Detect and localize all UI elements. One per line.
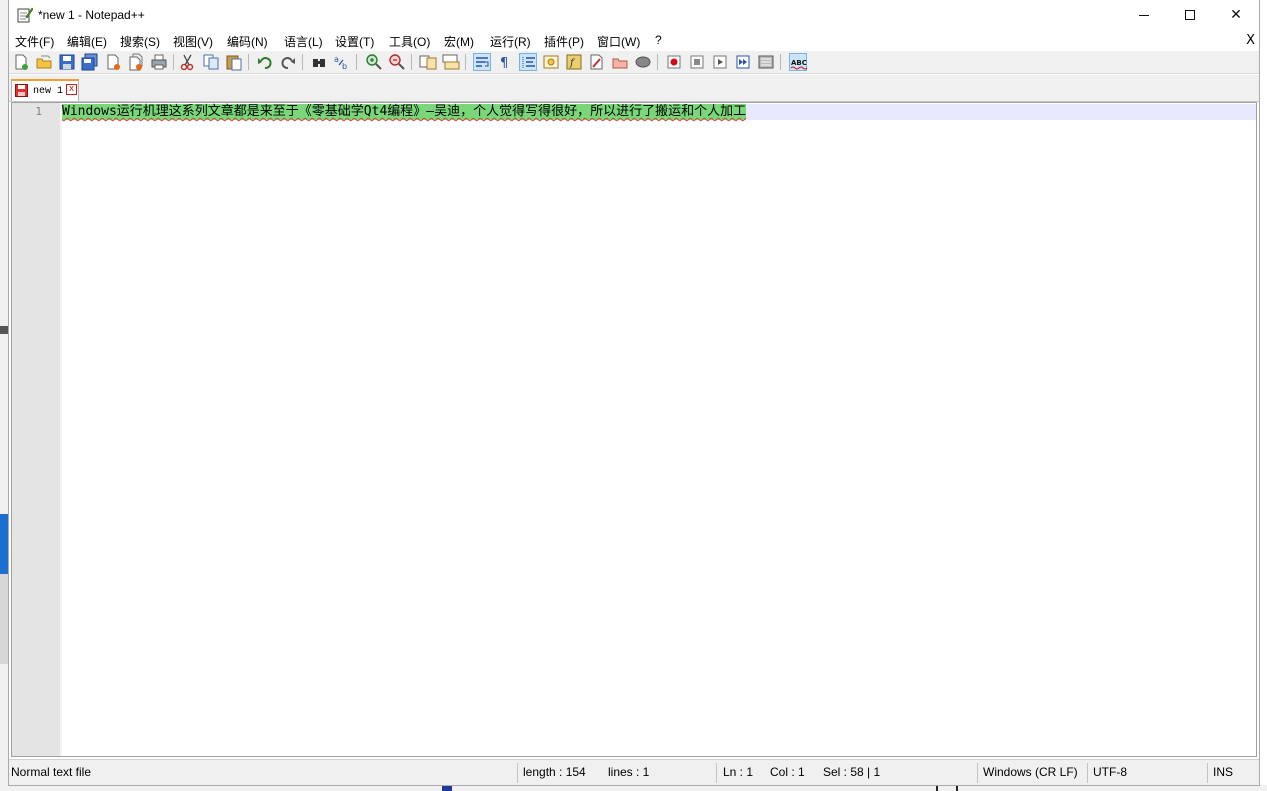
spell-check-icon[interactable]: ABC	[789, 53, 808, 71]
sync-vertical-icon[interactable]	[419, 53, 437, 71]
menu-tools[interactable]: 工具(O)	[389, 33, 430, 50]
status-divider	[1207, 763, 1208, 783]
cut-icon[interactable]	[179, 53, 197, 71]
status-lines: lines : 1	[608, 765, 650, 779]
menu-run[interactable]: 运行(R)	[490, 33, 531, 50]
toolbar: ab ¶ f ABC	[9, 51, 1259, 74]
toolbar-separator	[465, 54, 466, 70]
tab-label: new 1	[33, 86, 64, 97]
menu-file[interactable]: 文件(F)	[15, 33, 54, 50]
status-length: length : 154	[523, 765, 586, 779]
fold-margin	[60, 103, 62, 756]
minimize-button[interactable]	[1121, 0, 1167, 31]
toolbar-separator	[411, 54, 412, 70]
undo-icon[interactable]	[256, 53, 274, 71]
word-wrap-icon[interactable]	[473, 53, 491, 71]
notepadpp-window: *new 1 - Notepad++ ✕ 文件(F) 编辑(E) 搜索(S) 视…	[8, 0, 1260, 786]
status-selection: Sel : 58 | 1	[823, 765, 881, 779]
function-list-icon[interactable]: f	[565, 53, 583, 71]
status-encoding[interactable]: UTF-8	[1093, 765, 1127, 779]
menu-search[interactable]: 搜索(S)	[120, 33, 160, 50]
toolbar-separator	[302, 54, 303, 70]
save-all-icon[interactable]	[81, 53, 99, 71]
menu-settings[interactable]: 设置(T)	[335, 33, 374, 50]
notepadpp-app-icon	[17, 6, 34, 23]
show-all-chars-icon[interactable]: ¶	[496, 53, 514, 71]
maximize-icon	[1185, 10, 1195, 20]
desktop-fragment	[0, 574, 8, 664]
monitoring-icon[interactable]	[634, 53, 652, 71]
copy-icon[interactable]	[202, 53, 220, 71]
menu-encoding[interactable]: 编码(N)	[227, 33, 268, 50]
menu-window[interactable]: 窗口(W)	[597, 33, 640, 50]
toolbar-separator	[356, 54, 357, 70]
maximize-button[interactable]	[1167, 0, 1213, 31]
status-line-number: Ln : 1	[723, 765, 754, 779]
unsaved-file-icon	[15, 84, 28, 97]
minimize-icon	[1139, 14, 1149, 16]
menu-view[interactable]: 视图(V)	[173, 33, 213, 50]
close-document-button[interactable]: X	[1246, 33, 1255, 48]
stop-record-icon[interactable]	[688, 53, 706, 71]
close-icon[interactable]	[104, 53, 122, 71]
desktop-fragment	[0, 326, 8, 334]
status-column: Col : 1	[770, 765, 805, 779]
run-macro-multiple-icon[interactable]	[734, 53, 752, 71]
line-number: 1	[35, 105, 42, 118]
play-macro-icon[interactable]	[711, 53, 729, 71]
line-number-gutter: 1	[12, 103, 60, 756]
menu-help[interactable]: ?	[655, 33, 662, 47]
menu-language[interactable]: 语言(L)	[284, 33, 323, 50]
editor-line-text[interactable]: Windows运行机理这系列文章都是来至于《零基础学Qt4编程》—吴迪，个人觉得…	[62, 104, 747, 120]
record-macro-icon[interactable]	[665, 53, 683, 71]
svg-text:a: a	[334, 55, 339, 64]
doc-map-icon[interactable]	[542, 53, 560, 71]
status-eol[interactable]: Windows (CR LF)	[983, 765, 1078, 779]
window-title: *new 1 - Notepad++	[38, 8, 145, 22]
new-file-icon[interactable]	[12, 53, 30, 71]
sync-horizontal-icon[interactable]	[442, 53, 460, 71]
status-divider	[517, 763, 518, 783]
doc-switcher-icon[interactable]	[611, 53, 629, 71]
close-window-button[interactable]: ✕	[1213, 0, 1259, 31]
desktop-fragment	[0, 514, 8, 574]
indent-guide-icon[interactable]	[519, 53, 537, 71]
toolbar-separator	[248, 54, 249, 70]
status-file-type: Normal text file	[11, 765, 92, 779]
paste-icon[interactable]	[225, 53, 243, 71]
find-icon[interactable]	[310, 53, 328, 71]
print-icon[interactable]	[150, 53, 168, 71]
toolbar-separator	[780, 54, 781, 70]
svg-text:¶: ¶	[500, 56, 508, 71]
close-icon: ✕	[1230, 7, 1242, 23]
editor-area[interactable]: 1 Windows运行机理这系列文章都是来至于《零基础学Qt4编程》—吴迪，个人…	[11, 102, 1257, 757]
folder-workspace-icon[interactable]	[588, 53, 606, 71]
spell-check-text: ABC	[791, 59, 807, 67]
close-all-icon[interactable]	[127, 53, 145, 71]
tab-new-1[interactable]: new 1 x	[11, 79, 79, 101]
replace-icon[interactable]: ab	[333, 53, 351, 71]
tab-bar: new 1 x	[9, 75, 1259, 102]
menu-bar: 文件(F) 编辑(E) 搜索(S) 视图(V) 编码(N) 语言(L) 设置(T…	[9, 31, 1259, 51]
zoom-in-icon[interactable]	[365, 53, 383, 71]
svg-text:b: b	[342, 62, 347, 71]
status-divider	[716, 763, 717, 783]
zoom-out-icon[interactable]	[388, 53, 406, 71]
toolbar-separator	[657, 54, 658, 70]
menu-macro[interactable]: 宏(M)	[444, 33, 474, 50]
save-icon[interactable]	[58, 53, 76, 71]
tab-close-icon[interactable]: x	[66, 84, 77, 95]
status-divider	[1087, 763, 1088, 783]
status-bar: Normal text file length : 154 lines : 1 …	[9, 759, 1259, 785]
status-divider	[977, 763, 978, 783]
redo-icon[interactable]	[279, 53, 297, 71]
status-insert-mode[interactable]: INS	[1213, 765, 1233, 779]
save-macro-icon[interactable]	[757, 53, 775, 71]
title-bar: *new 1 - Notepad++ ✕	[9, 0, 1259, 31]
menu-plugins[interactable]: 插件(P)	[544, 33, 584, 50]
menu-edit[interactable]: 编辑(E)	[67, 33, 107, 50]
open-file-icon[interactable]	[35, 53, 53, 71]
toolbar-separator	[173, 54, 174, 70]
